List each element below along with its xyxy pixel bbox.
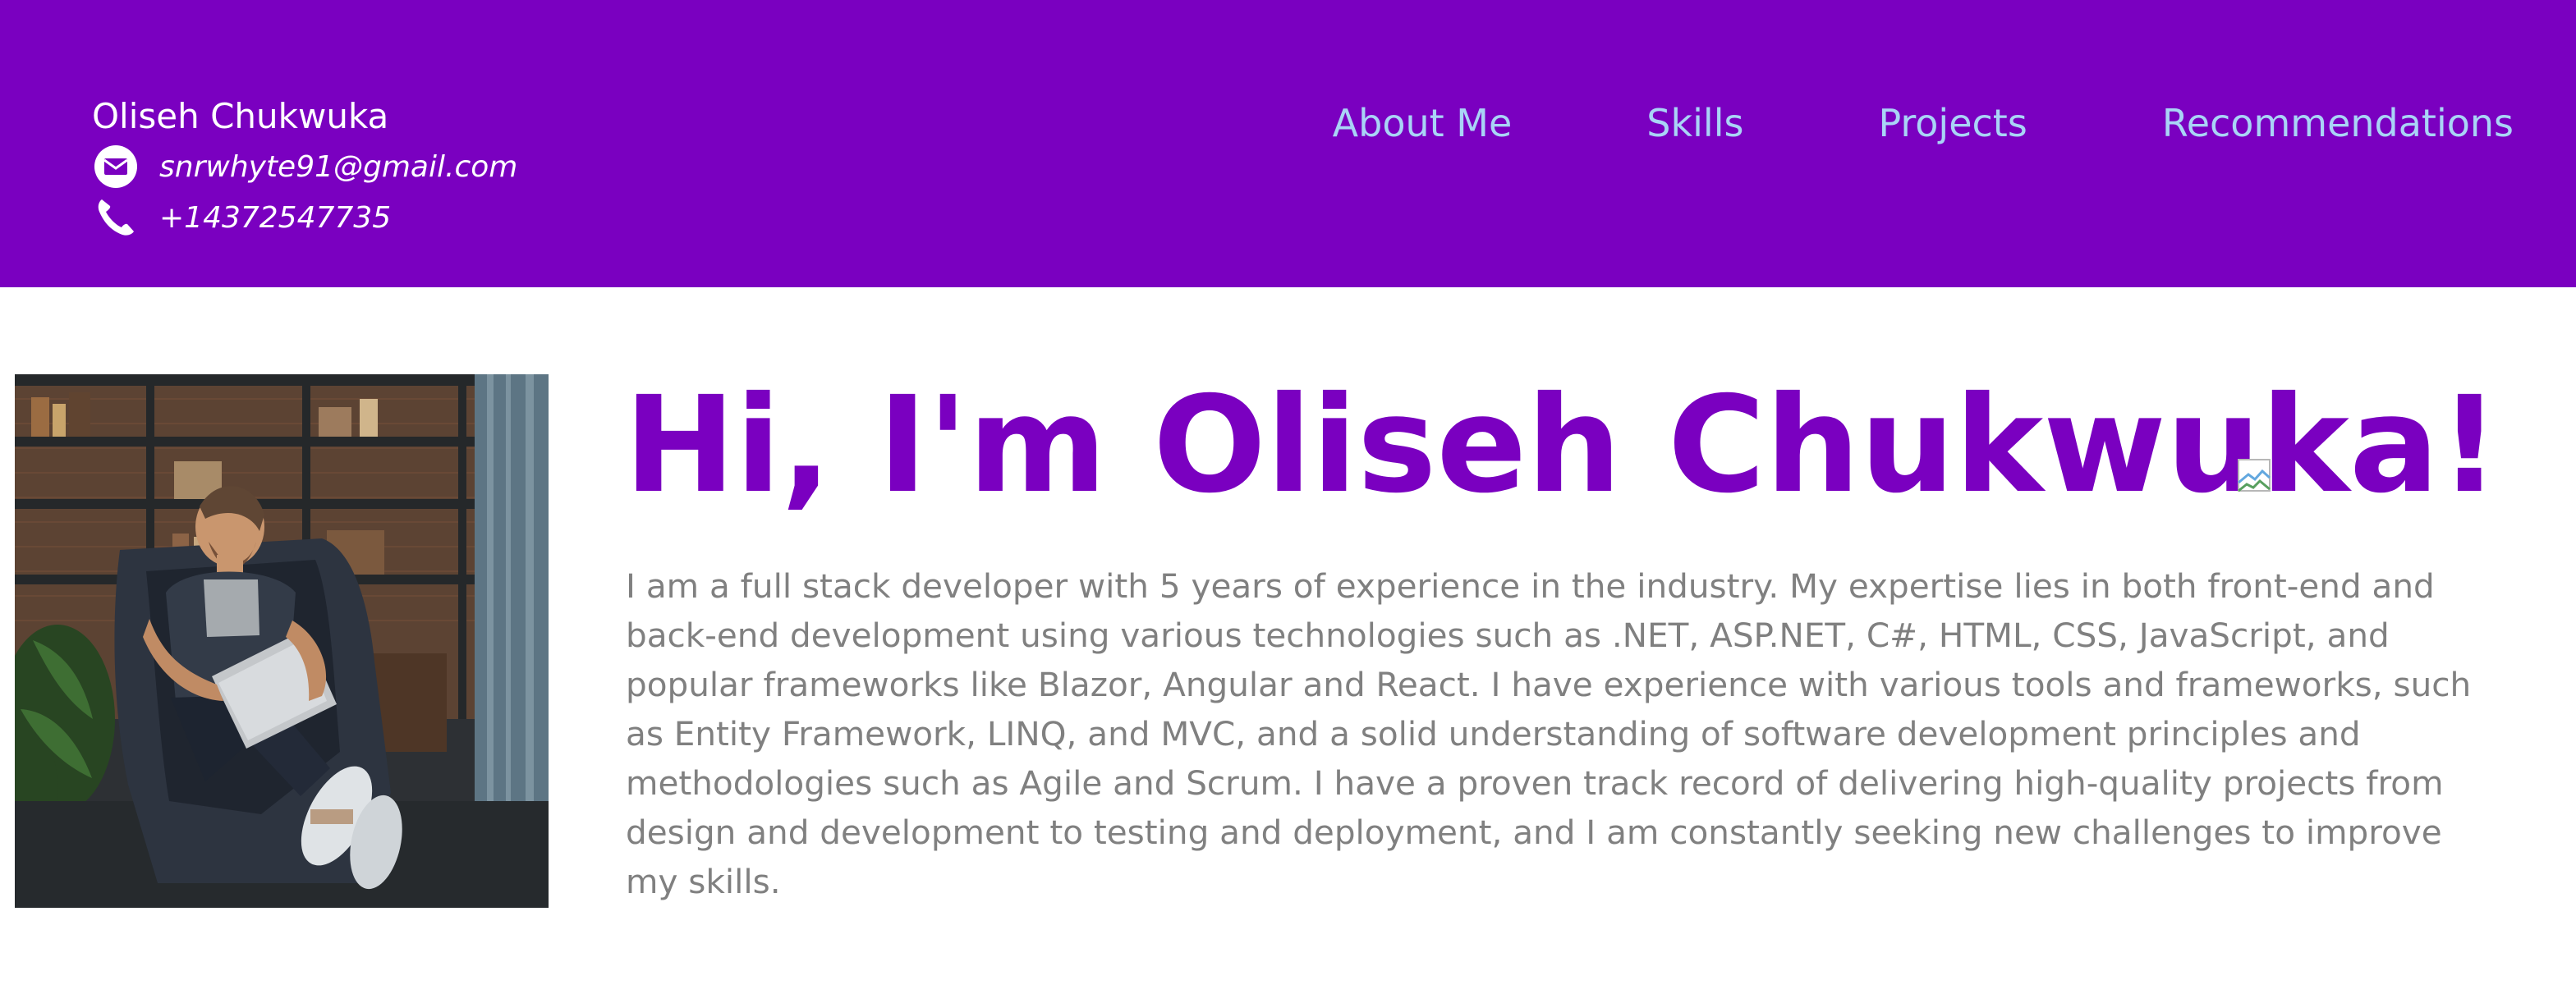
hero-heading: Hi, I'm Oliseh Chukwuka! bbox=[624, 369, 2500, 523]
phone-text[interactable]: +14372547735 bbox=[159, 201, 391, 235]
phone-icon-graphic bbox=[98, 199, 134, 236]
envelope-icon-graphic bbox=[94, 145, 137, 188]
nav-projects[interactable]: Projects bbox=[1878, 92, 2027, 154]
nav-recommendations[interactable]: Recommendations bbox=[2162, 92, 2514, 154]
about-paragraph: I am a full stack developer with 5 years… bbox=[626, 566, 2472, 901]
phone-row[interactable]: +14372547735 bbox=[92, 192, 517, 243]
contact-card: Oliseh Chukwuka snrwhyte91@gmail.com +14… bbox=[92, 92, 517, 243]
main-navigation: About Me Skills Projects Recommendations bbox=[1333, 92, 2514, 154]
nav-about-me[interactable]: About Me bbox=[1333, 92, 1513, 154]
developer-in-armchair-photo bbox=[15, 374, 549, 908]
site-owner-name: Oliseh Chukwuka bbox=[92, 96, 389, 136]
nav-skills[interactable]: Skills bbox=[1646, 92, 1743, 154]
envelope-icon bbox=[92, 143, 140, 190]
site-header: Oliseh Chukwuka snrwhyte91@gmail.com +14… bbox=[0, 0, 2576, 287]
broken-image-icon-graphic bbox=[2238, 459, 2271, 492]
email-text[interactable]: snrwhyte91@gmail.com bbox=[159, 150, 517, 184]
email-row[interactable]: snrwhyte91@gmail.com bbox=[92, 141, 517, 192]
phone-icon bbox=[92, 194, 140, 241]
broken-image-icon bbox=[2237, 458, 2271, 492]
profile-photo bbox=[15, 374, 549, 908]
